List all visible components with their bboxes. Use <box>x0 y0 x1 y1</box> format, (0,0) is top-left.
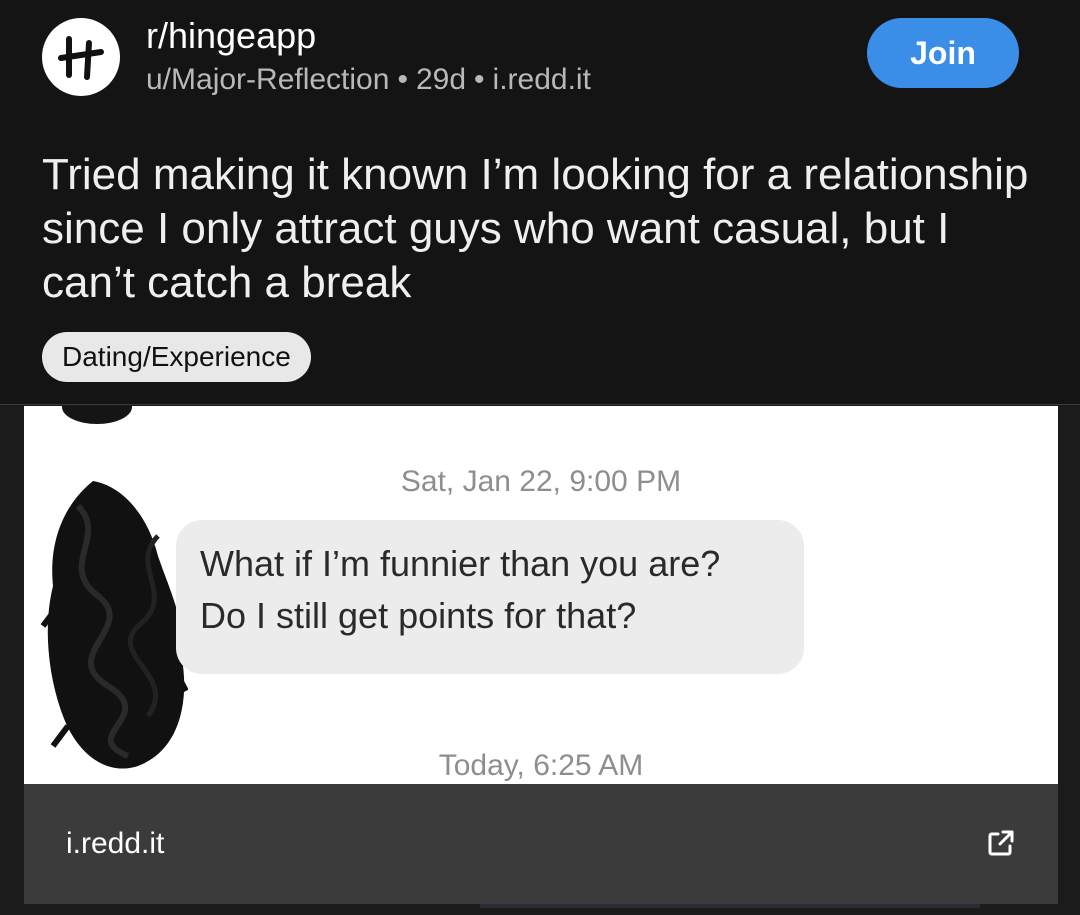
divider <box>480 904 980 908</box>
reddit-post: r/hingeapp u/Major-Reflection • 29d • i.redd… <box>0 0 1080 915</box>
join-button[interactable]: Join <box>867 18 1019 88</box>
meta-separator: • <box>474 63 485 96</box>
message-timestamp: Sat, Jan 22, 9:00 PM <box>400 465 682 498</box>
post-domain[interactable]: i.redd.it <box>493 63 591 96</box>
link-domain[interactable]: i.redd.it <box>66 826 164 862</box>
message-text-line: Do I still get points for that? <box>200 595 637 636</box>
hinge-logo-icon <box>58 36 104 80</box>
post-image[interactable]: Sat, Jan 22, 9:00 PM What if I’m funnier… <box>24 406 1058 784</box>
message-timestamp: Today, 6:25 AM <box>438 749 644 782</box>
link-preview-bar[interactable]: i.redd.it <box>24 784 1058 904</box>
message-text-line: What if I’m funnier than you are? <box>200 543 721 584</box>
post-flair[interactable]: Dating/Experience <box>42 332 311 382</box>
external-link-icon[interactable] <box>986 828 1016 858</box>
redaction-scribble <box>62 406 132 424</box>
subreddit-avatar[interactable] <box>42 18 120 96</box>
subreddit-name[interactable]: r/hingeapp <box>146 14 316 58</box>
post-age: 29d <box>415 63 467 96</box>
author-username[interactable]: u/Major-Reflection <box>146 63 389 96</box>
post-meta: u/Major-Reflection • 29d • i.redd.it <box>146 60 591 100</box>
message-bubble: What if I’m funnier than you are? Do I s… <box>176 520 804 674</box>
post-title[interactable]: Tried making it known I’m looking for a … <box>42 148 1042 310</box>
meta-separator: • <box>397 63 408 96</box>
redacted-avatar <box>40 481 188 769</box>
